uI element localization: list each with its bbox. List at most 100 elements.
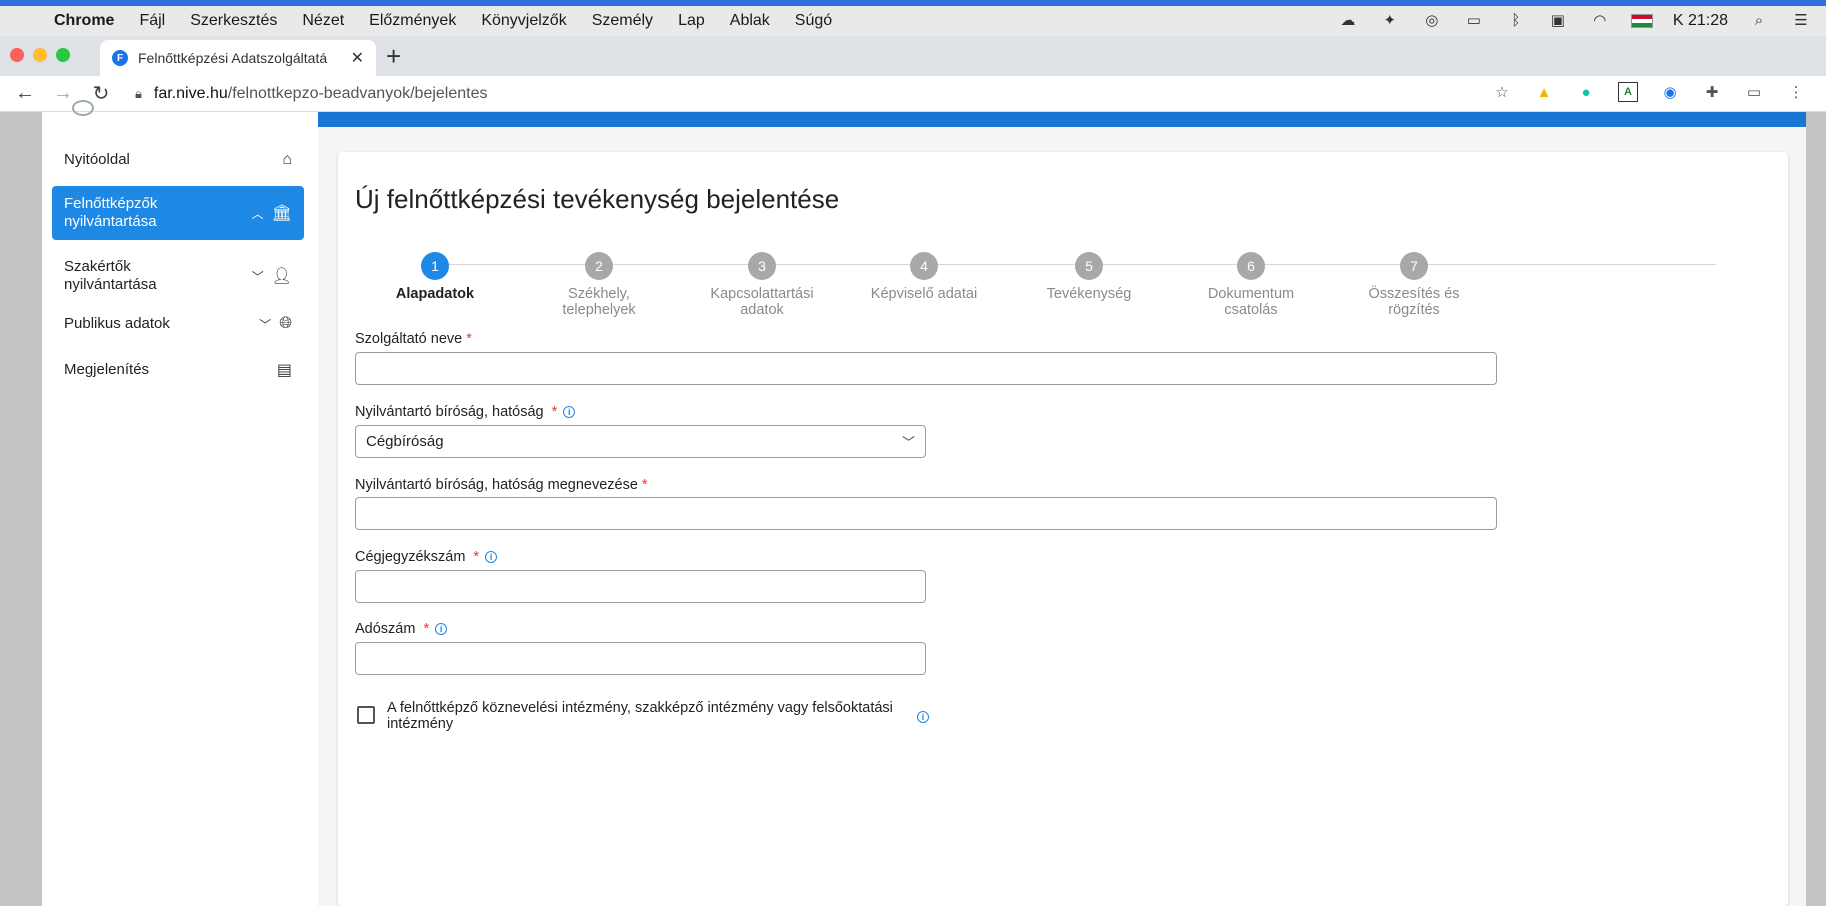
menu-app-name[interactable]: Chrome [54, 12, 114, 30]
puzzle-extensions-icon[interactable]: ✚ [1702, 82, 1722, 102]
step-activity[interactable]: 5 Tevékenység [1024, 252, 1154, 302]
wifi-icon[interactable]: ◠ [1589, 13, 1611, 29]
step-premises[interactable]: 2 Székhely, telephelyek [533, 252, 665, 318]
step-label-line2: rögzítés [1388, 302, 1440, 318]
bluetooth-icon[interactable]: ᛒ [1505, 13, 1527, 29]
menu-file[interactable]: Fájl [139, 12, 165, 30]
sidebar-item-experts[interactable]: Szakértők nyilvántartása ﹀ 👤︎ [52, 256, 304, 296]
circle-extension-icon[interactable]: ◉ [1660, 82, 1680, 102]
sidebar-item-adult-educators[interactable]: Felnőttképzők nyilvántartása ︿ 🏛︎ [52, 186, 304, 240]
sidebar-item-label: Nyitóoldal [64, 151, 130, 168]
menu-bookmarks[interactable]: Könyvjelzők [481, 12, 566, 30]
info-icon[interactable]: i [917, 711, 929, 723]
zoom-window-button[interactable] [56, 48, 70, 62]
bookmark-star-icon[interactable]: ☆ [1492, 82, 1512, 102]
reload-icon[interactable]: ↻ [88, 81, 114, 106]
registry-name-input[interactable] [355, 497, 1497, 530]
chrome-menu-icon[interactable]: ⋮ [1786, 82, 1806, 102]
sidebar-item-label: Felnőttképzők [64, 195, 158, 212]
sidebar-item-label: Szakértők [64, 258, 131, 275]
logo [42, 100, 318, 118]
step-basic-data[interactable]: 1 Alapadatok [370, 252, 500, 302]
step-label: Összesítés és [1368, 286, 1460, 302]
sidebar-item-public-data[interactable]: Publikus adatok ﹀ 🌐︎ [52, 306, 304, 342]
drive-extension-icon[interactable]: ▲ [1534, 82, 1554, 102]
back-arrow-icon[interactable]: ← [12, 82, 38, 105]
forward-arrow-icon[interactable]: → [50, 82, 76, 105]
step-contact-data[interactable]: 3 Kapcsolattartási adatok [697, 252, 827, 318]
favicon-icon: F [112, 50, 128, 66]
url-path: /felnottkepzo-beadvanyok/bejelentes [227, 85, 488, 102]
minimize-window-button[interactable] [33, 48, 47, 62]
step-label: Tevékenység [1046, 286, 1132, 302]
chevron-down-icon[interactable]: ﹀ [252, 268, 264, 285]
tax-number-input[interactable] [355, 642, 926, 675]
address-bar[interactable]: 🔒︎ far.nive.hu /felnottkepzo-beadvanyok/… [135, 79, 1575, 109]
home-icon: ⌂ [282, 151, 292, 168]
menu-tab[interactable]: Lap [678, 12, 705, 30]
step-number: 6 [1237, 252, 1265, 280]
menu-view[interactable]: Nézet [302, 12, 344, 30]
step-documents[interactable]: 6 Dokumentum csatolás [1186, 252, 1316, 318]
institution-icon: 🏛︎ [271, 205, 292, 222]
step-label: Kapcsolattartási [710, 286, 814, 302]
required-mark: * [551, 404, 558, 420]
hungarian-flag-icon[interactable] [1630, 14, 1653, 28]
menubar-clock[interactable]: K 21:28 [1673, 12, 1728, 30]
menu-help[interactable]: Súgó [795, 12, 832, 30]
grammarly-extension-icon[interactable]: ● [1576, 82, 1596, 102]
chevron-down-icon[interactable]: ﹀ [259, 316, 271, 333]
step-label-line2: csatolás [1224, 302, 1278, 318]
tax-number-label: Adószám * i [355, 621, 448, 637]
close-window-button[interactable] [10, 48, 24, 62]
menu-history[interactable]: Előzmények [369, 12, 456, 30]
required-mark: * [473, 549, 480, 565]
company-reg-input[interactable] [355, 570, 926, 603]
logo-mark-icon [72, 100, 94, 116]
os-menubar: Chrome Fájl Szerkesztés Nézet Előzmények… [0, 6, 1826, 36]
sidebar-item-home[interactable]: Nyitóoldal ⌂ [52, 142, 304, 178]
step-representative[interactable]: 4 Képviselő adatai [859, 252, 989, 302]
dropbox-icon[interactable]: ✦ [1379, 13, 1401, 29]
institution-checkbox[interactable] [357, 706, 375, 724]
registry-label: Nyilvántartó bíróság, hatóság * i [355, 404, 576, 420]
required-mark: * [423, 621, 430, 637]
sidebar-item-display[interactable]: Megjelenítés ▤ [52, 352, 304, 388]
required-mark: * [466, 331, 472, 347]
cloud-icon[interactable]: ☁ [1337, 13, 1359, 29]
airplay-icon[interactable]: ▭ [1463, 13, 1485, 29]
browser-toolbar: ← → ↻ 🔒︎ far.nive.hu /felnottkepzo-beadv… [0, 76, 1826, 112]
display-icon: ▤ [276, 362, 292, 379]
menu-window[interactable]: Ablak [730, 12, 770, 30]
sync-icon[interactable]: ◎ [1421, 13, 1443, 29]
menu-edit[interactable]: Szerkesztés [190, 12, 277, 30]
battery-icon[interactable]: ▣ [1547, 13, 1569, 29]
browser-tab-strip: F Felnőttképzési Adatszolgáltatá ✕ + [0, 36, 1826, 76]
globe-icon: 🌐︎ [279, 315, 292, 332]
step-label: Alapadatok [395, 286, 475, 302]
step-summary[interactable]: 7 Összesítés és rögzítés [1349, 252, 1479, 318]
page-title: Új felnőttképzési tevékenység bejelentés… [355, 184, 840, 214]
menu-people[interactable]: Személy [592, 12, 653, 30]
info-icon[interactable]: i [563, 406, 576, 418]
chevron-up-icon[interactable]: ︿ [252, 205, 264, 222]
institution-checkbox-label[interactable]: A felnőttképző köznevelési intézmény, sz… [387, 700, 897, 732]
cast-icon[interactable]: ▭ [1744, 82, 1764, 102]
control-center-icon[interactable]: ☰ [1790, 13, 1812, 29]
sidebar-item-label-line2: nyilvántartása [64, 213, 157, 230]
info-icon[interactable]: i [485, 551, 498, 563]
extensions-area: ☆ ▲ ● A ◉ ✚ ▭ ⋮ [1492, 82, 1806, 102]
spotlight-search-icon[interactable]: ⌕ [1748, 13, 1770, 29]
header-band [318, 112, 1806, 127]
sidebar-item-label: Publikus adatok [64, 315, 170, 332]
text-extension-icon[interactable]: A [1618, 82, 1638, 102]
step-number: 1 [421, 252, 449, 280]
registry-select[interactable]: Cégbíróság ﹀ [355, 425, 926, 458]
browser-tab[interactable]: F Felnőttképzési Adatszolgáltatá ✕ [100, 40, 376, 76]
provider-name-input[interactable] [355, 352, 1497, 385]
lock-icon[interactable]: 🔒︎ [135, 86, 142, 102]
new-tab-button[interactable]: + [386, 43, 401, 69]
step-number: 4 [910, 252, 938, 280]
info-icon[interactable]: i [435, 623, 448, 635]
tab-close-icon[interactable]: ✕ [351, 48, 364, 68]
